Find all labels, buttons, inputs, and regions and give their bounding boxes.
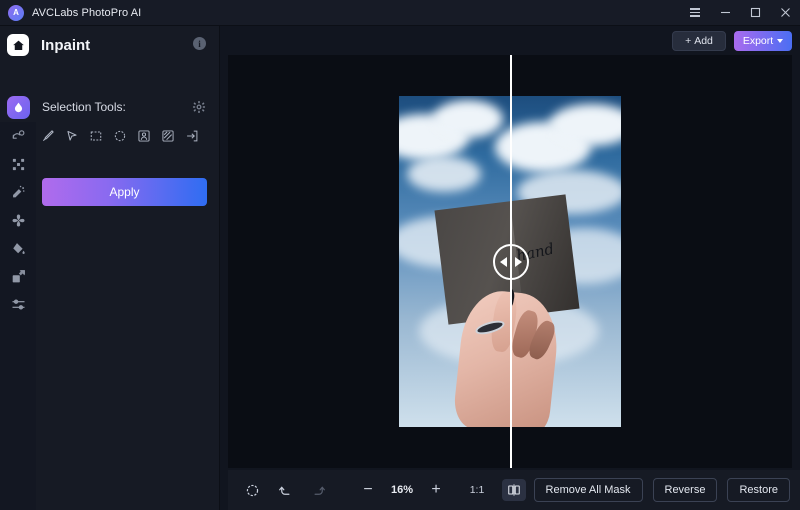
- rail-item-object-removal[interactable]: [0, 122, 36, 150]
- tool-rail: [0, 122, 36, 510]
- redo-icon[interactable]: [304, 478, 332, 502]
- undo-icon[interactable]: [271, 478, 299, 502]
- reverse-button[interactable]: Reverse: [652, 478, 718, 502]
- app-window: A AVCLabs PhotoPro AI Inpaint i Selectio…: [0, 0, 800, 510]
- brush-tool[interactable]: [36, 124, 60, 148]
- reset-icon[interactable]: [238, 478, 266, 502]
- texture-select-tool[interactable]: [156, 124, 180, 148]
- actual-size-button[interactable]: 1:1: [462, 484, 492, 496]
- bottom-toolbar: − 16% + 1:1 Remove All Mask Reverse Rest…: [228, 470, 800, 510]
- maximize-button[interactable]: [740, 0, 770, 26]
- menu-icon[interactable]: [680, 0, 710, 26]
- minimize-button[interactable]: [710, 0, 740, 26]
- window-controls: [680, 0, 800, 26]
- rectangle-select-tool[interactable]: [84, 124, 108, 148]
- rail-item-adjust[interactable]: [0, 290, 36, 318]
- left-sidebar: Inpaint i Selection Tools: Apply: [0, 26, 220, 510]
- sidebar-header: Inpaint i: [0, 26, 220, 64]
- inpaint-tool-icon: [7, 95, 30, 119]
- split-view-icon[interactable]: [502, 479, 526, 501]
- arrow-right-icon: [515, 257, 522, 267]
- title-bar: A AVCLabs PhotoPro AI: [0, 0, 800, 26]
- app-logo-icon: A: [8, 4, 24, 21]
- canvas-area[interactable]: hand: [228, 55, 792, 468]
- add-button-label: Add: [694, 35, 713, 47]
- add-button[interactable]: + Add: [672, 31, 726, 51]
- arrow-left-icon: [500, 257, 507, 267]
- rail-item-retouch[interactable]: [0, 206, 36, 234]
- export-button[interactable]: Export: [734, 31, 792, 51]
- home-icon[interactable]: [7, 34, 29, 56]
- split-compare-handle[interactable]: [493, 244, 529, 280]
- gear-icon[interactable]: [192, 100, 206, 114]
- selection-tools-label: Selection Tools:: [42, 100, 126, 114]
- selection-tools-header: Selection Tools:: [0, 92, 220, 122]
- import-mask-tool[interactable]: [180, 124, 204, 148]
- ellipse-select-tool[interactable]: [108, 124, 132, 148]
- rail-item-inpaint[interactable]: [0, 178, 36, 206]
- rail-item-colorize[interactable]: [0, 234, 36, 262]
- portrait-select-tool[interactable]: [132, 124, 156, 148]
- selection-tool-row: [36, 122, 220, 150]
- rail-item-enhance[interactable]: [0, 150, 36, 178]
- zoom-out-button[interactable]: −: [354, 478, 382, 502]
- rail-item-resize[interactable]: [0, 262, 36, 290]
- app-title: AVCLabs PhotoPro AI: [32, 6, 142, 19]
- export-button-label: Export: [742, 35, 774, 47]
- lasso-tool[interactable]: [60, 124, 84, 148]
- remove-all-mask-button[interactable]: Remove All Mask: [533, 478, 643, 502]
- chevron-down-icon: [777, 39, 784, 43]
- close-button[interactable]: [770, 0, 800, 26]
- zoom-level-value: 16%: [390, 484, 414, 496]
- info-icon[interactable]: i: [193, 37, 206, 50]
- restore-button[interactable]: Restore: [727, 478, 790, 502]
- page-title: Inpaint: [41, 36, 91, 54]
- app-logo-letter: A: [13, 8, 19, 17]
- add-plus-icon: +: [685, 35, 692, 47]
- apply-button[interactable]: Apply: [42, 178, 207, 206]
- zoom-in-button[interactable]: +: [422, 478, 450, 502]
